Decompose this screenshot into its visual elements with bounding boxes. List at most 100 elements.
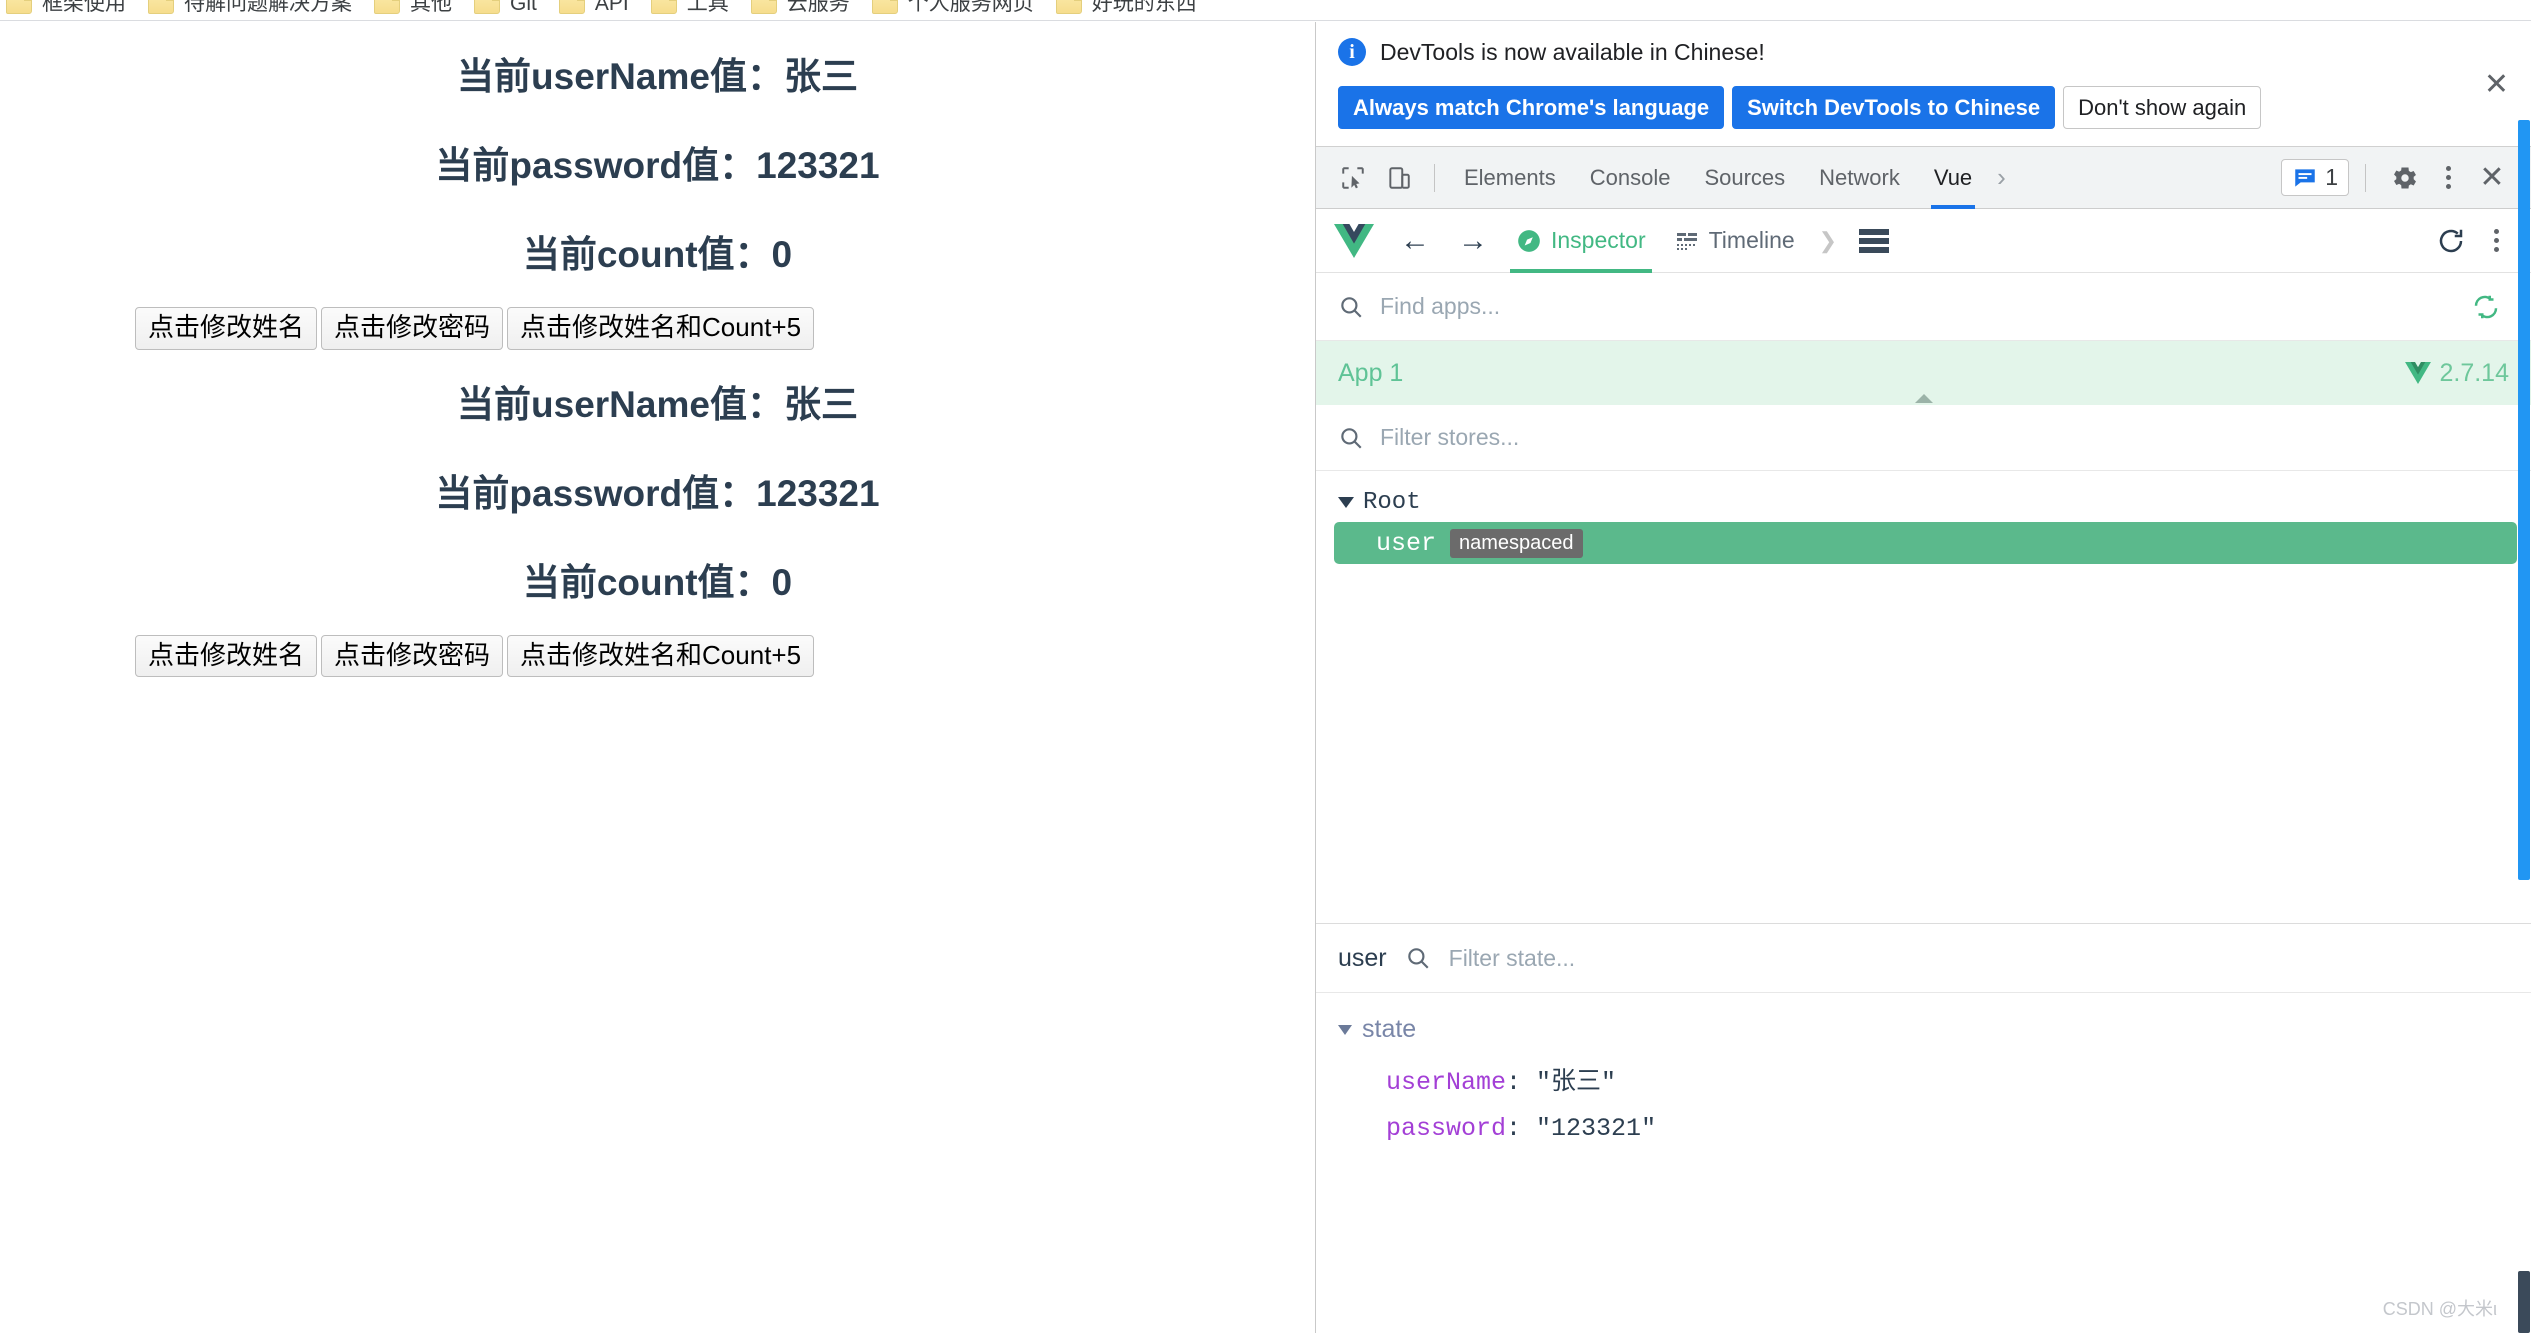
vue-logo-icon (2405, 362, 2432, 384)
folder-icon (650, 0, 677, 14)
store-node-user[interactable]: user namespaced (1334, 522, 2517, 564)
devtools-scrollbar[interactable] (2517, 120, 2531, 1333)
filter-state-input[interactable]: Filter state... (1449, 945, 1576, 972)
chevron-right-icon[interactable]: ❯ (1809, 228, 1847, 254)
bookmark-item[interactable]: 好玩的东西 (1050, 0, 1213, 20)
list-view-icon[interactable] (1847, 209, 1901, 273)
triangle-down-icon[interactable] (1338, 1024, 1352, 1035)
bookmark-bar: 框架使用 待解问题解决方案 其他 Git API 工具 云服务 个人服务网页 好… (0, 0, 2531, 21)
always-match-language-button[interactable]: Always match Chrome's language (1338, 86, 1725, 130)
count-heading: 当前count值：0 (522, 234, 793, 275)
username-heading: 当前userName值：张三 (457, 56, 858, 97)
kebab-menu-icon[interactable] (2432, 166, 2465, 189)
state-panel-body: state userName: "张三" password: "123321" (1316, 993, 2531, 1143)
app-version-group: 2.7.14 (2405, 359, 2509, 388)
inspector-compass-icon (1516, 228, 1542, 254)
watermark: CSDN @大米ι (2382, 1299, 2497, 1319)
app-version: 2.7.14 (2439, 358, 2509, 387)
tab-sources[interactable]: Sources (1687, 147, 1802, 209)
vue-tab-label: Inspector (1551, 227, 1646, 253)
bookmark-item[interactable]: 工具 (645, 0, 745, 20)
state-key: userName (1386, 1068, 1507, 1097)
find-apps-bar[interactable]: Find apps... (1316, 273, 2531, 341)
state-entry-username[interactable]: userName: "张三" (1338, 1061, 2531, 1097)
folder-icon (1055, 0, 1082, 14)
bookmark-item[interactable]: 云服务 (745, 0, 866, 20)
toolbar-divider (2365, 163, 2366, 192)
state-group-header[interactable]: state (1338, 1015, 2531, 1044)
device-toolbar-icon[interactable] (1376, 155, 1422, 201)
vue-logo-icon (1334, 223, 1374, 258)
dont-show-again-button[interactable]: Don't show again (2063, 86, 2262, 130)
tab-elements[interactable]: Elements (1447, 147, 1573, 209)
tab-console[interactable]: Console (1573, 147, 1688, 209)
chevron-right-icon[interactable]: › (1989, 147, 2014, 209)
inspect-element-icon[interactable] (1330, 155, 1376, 201)
gear-icon[interactable] (2382, 155, 2428, 201)
vue-tab-label: Timeline (1708, 227, 1795, 253)
bookmark-label: 好玩的东西 (1091, 0, 1197, 15)
devtools-tab-bar: Elements Console Sources Network Vue › 1 (1316, 147, 2531, 209)
change-password-button[interactable]: 点击修改密码 (321, 634, 504, 678)
switch-devtools-language-button[interactable]: Switch DevTools to Chinese (1732, 86, 2056, 130)
bookmark-item[interactable]: 其他 (368, 0, 468, 20)
state-entry-password[interactable]: password: "123321" (1338, 1114, 2531, 1143)
vue-toolbar-actions (2428, 218, 2513, 264)
state-scope-label: user (1338, 943, 1387, 972)
change-name-button[interactable]: 点击修改姓名 (135, 634, 318, 678)
change-name-and-count-button[interactable]: 点击修改姓名和Count+5 (507, 634, 815, 678)
folder-icon (558, 0, 585, 14)
change-name-button[interactable]: 点击修改姓名 (135, 307, 318, 350)
app-name: App 1 (1338, 358, 1404, 387)
state-panel-header: user Filter state... (1316, 923, 2531, 993)
state-colon: : (1506, 1068, 1537, 1097)
bookmark-item[interactable]: 待解问题解决方案 (142, 0, 368, 20)
change-password-button[interactable]: 点击修改密码 (321, 307, 504, 350)
store-tree: Root user namespaced (1316, 471, 2531, 923)
toolbar-divider (1434, 163, 1435, 192)
refresh-icon[interactable] (2428, 218, 2474, 264)
bookmark-item[interactable]: 框架使用 (0, 0, 142, 20)
refresh-scan-icon[interactable] (2463, 284, 2509, 330)
locale-message: DevTools is now available in Chinese! (1380, 38, 1765, 65)
find-apps-input[interactable]: Find apps... (1380, 293, 1500, 320)
tab-vue[interactable]: Vue (1917, 147, 1989, 209)
locale-message-row: i DevTools is now available in Chinese! (1338, 38, 2509, 66)
username-heading: 当前userName值：张三 (457, 383, 858, 425)
issues-message-icon[interactable]: 1 (2281, 159, 2349, 196)
change-name-and-count-button[interactable]: 点击修改姓名和Count+5 (507, 307, 815, 350)
folder-icon (871, 0, 898, 14)
bookmark-item[interactable]: API (553, 0, 645, 20)
bookmark-label: 其他 (410, 0, 452, 15)
button-row: 点击修改姓名 点击修改密码 点击修改姓名和Count+5 (0, 627, 1315, 678)
search-icon (1338, 425, 1364, 451)
filter-stores-bar[interactable]: Filter stores... (1316, 405, 2531, 471)
close-icon[interactable]: ✕ (2484, 70, 2509, 100)
scrollbar-thumb-secondary[interactable] (2518, 1271, 2530, 1333)
scrollbar-thumb[interactable] (2518, 120, 2530, 880)
vue-tab-inspector[interactable]: Inspector (1502, 209, 1660, 273)
arrow-right-icon[interactable]: → (1444, 225, 1502, 256)
bookmark-label: 云服务 (786, 0, 850, 15)
bookmark-item[interactable]: Git (468, 0, 553, 20)
vue-devtools-toolbar: ← → Inspector Timeline ❯ (1316, 209, 2531, 273)
vue-tab-timeline[interactable]: Timeline (1660, 209, 1809, 273)
state-value: "123321" (1536, 1114, 1657, 1143)
close-icon[interactable]: ✕ (2469, 155, 2515, 201)
button-row: 点击修改姓名 点击修改密码 点击修改姓名和Count+5 (0, 299, 1315, 350)
bookmark-item[interactable]: 个人服务网页 (866, 0, 1050, 20)
devtools-panel: i DevTools is now available in Chinese! … (1315, 22, 2531, 1333)
bookmark-label: API (594, 0, 629, 15)
info-icon: i (1338, 38, 1366, 66)
tree-root-node[interactable]: Root (1316, 485, 2531, 520)
password-heading: 当前password值：123321 (435, 472, 880, 514)
component-block-2: 当前userName值：张三 当前password值：123321 当前coun… (0, 350, 1315, 678)
filter-stores-input[interactable]: Filter stores... (1380, 424, 1519, 451)
search-icon (1338, 294, 1364, 320)
triangle-down-icon[interactable] (1338, 497, 1354, 508)
app-selector-row[interactable]: App 1 2.7.14 (1316, 341, 2531, 405)
count-heading: 当前count值：0 (522, 561, 793, 603)
kebab-menu-icon[interactable] (2480, 229, 2513, 252)
arrow-left-icon[interactable]: ← (1386, 225, 1444, 256)
tab-network[interactable]: Network (1802, 147, 1917, 209)
